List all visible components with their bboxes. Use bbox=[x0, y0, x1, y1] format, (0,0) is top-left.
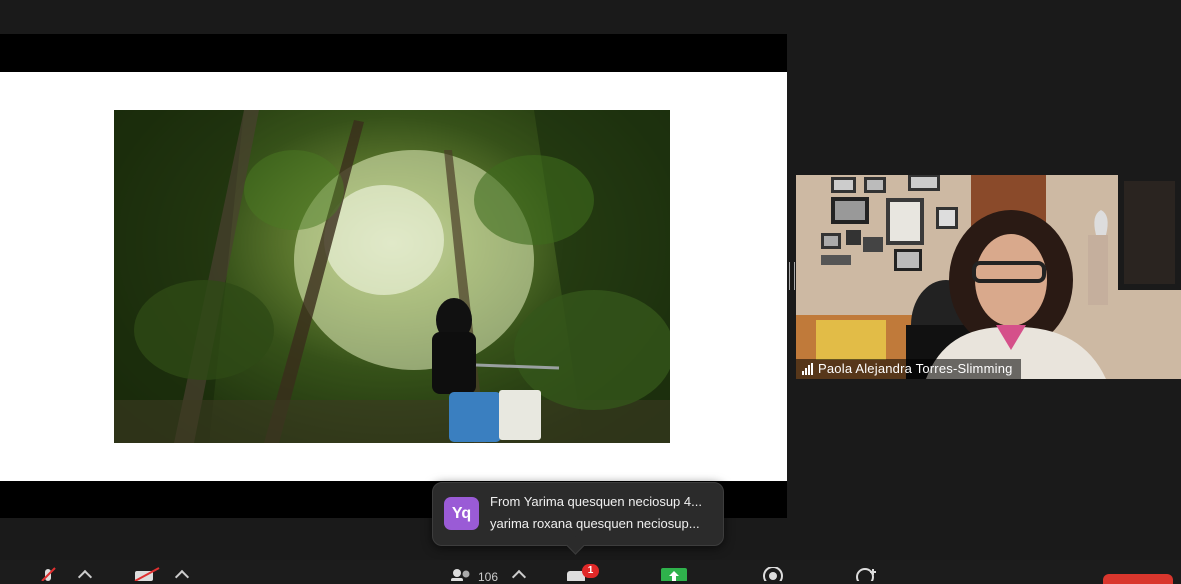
signal-strength-icon bbox=[802, 363, 816, 375]
chat-unread-badge: 1 bbox=[582, 564, 599, 578]
speaker-name-tag: Paola Alejandra Torres-Slimming bbox=[796, 359, 1021, 379]
end-meeting-button[interactable] bbox=[1103, 574, 1173, 584]
speaker-name: Paola Alejandra Torres-Slimming bbox=[818, 361, 1013, 376]
participants-count: 106 bbox=[478, 570, 499, 584]
presentation-slide bbox=[0, 72, 787, 481]
sender-avatar: Yq bbox=[444, 497, 479, 530]
splitter-handle[interactable] bbox=[789, 262, 795, 290]
shared-screen bbox=[0, 34, 787, 518]
speaker-video[interactable] bbox=[796, 175, 1181, 379]
reactions-icon[interactable] bbox=[854, 567, 878, 581]
video-off-icon[interactable] bbox=[133, 567, 161, 581]
chat-message-preview: yarima roxana quesquen neciosup... bbox=[490, 516, 700, 531]
participants-icon[interactable] bbox=[450, 567, 472, 581]
jungle-photo bbox=[114, 110, 670, 443]
share-screen-icon[interactable] bbox=[660, 567, 688, 581]
chat-notification[interactable]: Yq From Yarima quesquen neciosup 4... ya… bbox=[432, 482, 724, 546]
chat-sender-line: From Yarima quesquen neciosup 4... bbox=[490, 494, 702, 509]
mic-muted-icon[interactable] bbox=[40, 567, 56, 581]
record-icon[interactable] bbox=[762, 567, 784, 581]
